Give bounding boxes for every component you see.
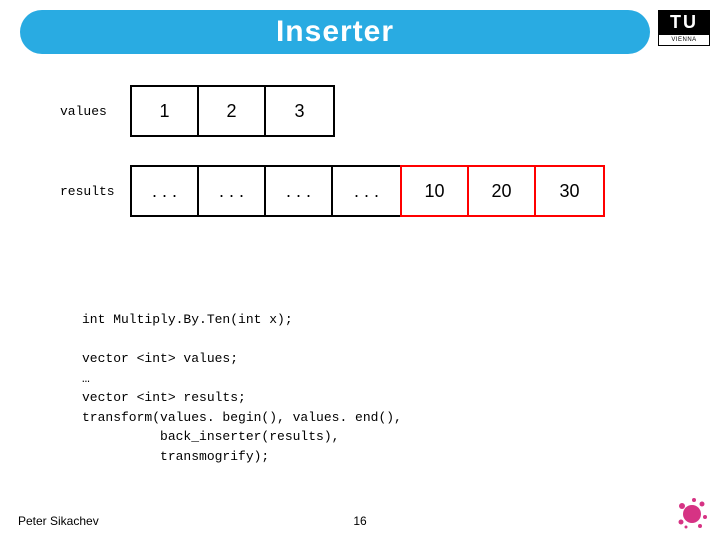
title-bar: Inserter: [20, 10, 650, 54]
code-line: int Multiply.By.Ten(int x);: [82, 312, 293, 327]
result-new-cell: 10: [402, 167, 469, 215]
values-row: values 1 2 3: [60, 85, 335, 137]
splat-icon: [672, 492, 712, 532]
result-old-cell: . . .: [199, 167, 266, 215]
code-line: vector <int> values;: [82, 351, 238, 366]
results-label: results: [60, 184, 130, 199]
code-line: transform(values. begin(), values. end()…: [82, 410, 402, 425]
footer-page: 16: [0, 514, 720, 528]
results-new-cells: 10 20 30: [400, 165, 605, 217]
result-old-cell: . . .: [132, 167, 199, 215]
value-cell: 2: [199, 87, 266, 135]
code-block: int Multiply.By.Ten(int x); vector <int>…: [82, 310, 402, 466]
code-line: back_inserter(results),: [82, 429, 339, 444]
result-old-cell: . . .: [333, 167, 400, 215]
results-row: results . . . . . . . . . . . . 10 20 30: [60, 165, 605, 217]
value-cell: 1: [132, 87, 199, 135]
code-line: vector <int> results;: [82, 390, 246, 405]
logo-top: TU: [658, 10, 710, 34]
tu-vienna-logo: TU VIENNA: [658, 10, 710, 54]
results-old-cells: . . . . . . . . . . . .: [130, 165, 402, 217]
results-groups: . . . . . . . . . . . . 10 20 30: [130, 165, 605, 217]
code-line: transmogrify);: [82, 449, 269, 464]
result-new-cell: 20: [469, 167, 536, 215]
slide-title: Inserter: [276, 15, 394, 49]
value-cell: 3: [266, 87, 333, 135]
result-old-cell: . . .: [266, 167, 333, 215]
logo-bottom: VIENNA: [658, 34, 710, 46]
result-new-cell: 30: [536, 167, 603, 215]
values-cells: 1 2 3: [130, 85, 335, 137]
code-line: …: [82, 371, 90, 386]
values-label: values: [60, 104, 130, 119]
